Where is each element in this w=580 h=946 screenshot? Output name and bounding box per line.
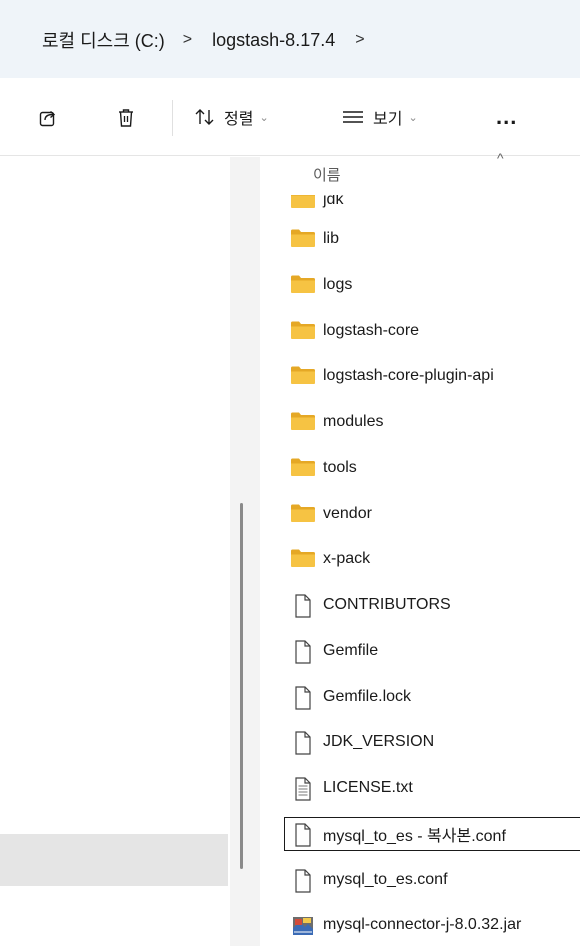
more-options-button[interactable]: ...	[496, 104, 517, 130]
item-name: Gemfile.lock	[323, 688, 412, 705]
command-bar: 정렬 ⌄ 보기 ⌄	[0, 78, 580, 156]
folder-item[interactable]: tools	[280, 449, 580, 487]
item-name: logs	[323, 276, 353, 293]
navigation-scrollbar[interactable]	[240, 503, 243, 869]
file-icon	[290, 686, 316, 710]
view-label: 보기	[373, 111, 403, 128]
navigation-pane	[0, 157, 228, 946]
folder-item[interactable]: vendor	[280, 495, 580, 533]
file-item[interactable]: mysql_to_es - 복사본.conf	[280, 815, 580, 853]
chevron-down-icon: ⌄	[408, 111, 418, 124]
file-item[interactable]: JDK_VERSION	[280, 723, 580, 761]
sort-label: 정렬	[224, 111, 254, 128]
chevron-down-icon: ⌄	[259, 111, 269, 124]
file-item[interactable]: Gemfile.lock	[280, 678, 580, 716]
folder-icon	[290, 457, 316, 479]
folder-icon	[290, 411, 316, 433]
item-name: mysql-connector-j-8.0.32.jar	[323, 916, 522, 933]
breadcrumb-separator[interactable]: >	[183, 31, 192, 49]
item-name: logstash-core-plugin-api	[323, 367, 494, 384]
breadcrumb: 로컬 디스크 (C:) > logstash-8.17.4 >	[42, 26, 365, 54]
breadcrumb-item-logstash[interactable]: logstash-8.17.4	[212, 30, 335, 51]
pane-splitter[interactable]	[230, 157, 260, 946]
folder-item[interactable]: logstash-core-plugin-api	[280, 357, 580, 395]
text-file-icon	[290, 777, 316, 801]
folder-item[interactable]: lib	[280, 220, 580, 258]
breadcrumb-item-local-disk[interactable]: 로컬 디스크 (C:)	[42, 27, 165, 53]
item-name: tools	[323, 459, 357, 476]
file-item[interactable]: mysql-connector-j-8.0.32.jar	[280, 906, 580, 944]
item-name: mysql_to_es.conf	[323, 871, 448, 888]
folder-item[interactable]: logstash-core	[280, 312, 580, 350]
view-button[interactable]: 보기 ⌄	[342, 104, 418, 130]
list-view-icon	[343, 111, 363, 123]
item-name: Gemfile	[323, 642, 379, 659]
file-icon	[290, 594, 316, 618]
folder-icon	[290, 365, 316, 387]
file-icon	[290, 869, 316, 893]
folder-icon	[290, 274, 316, 296]
folder-item[interactable]: modules	[280, 403, 580, 441]
file-item[interactable]: Gemfile	[280, 632, 580, 670]
item-name: JDK_VERSION	[323, 733, 435, 750]
folder-item[interactable]: logs	[280, 266, 580, 304]
file-icon	[290, 640, 316, 664]
trash-icon[interactable]	[114, 106, 138, 130]
toolbar-divider	[172, 100, 173, 136]
file-item[interactable]: mysql_to_es.conf	[280, 861, 580, 899]
sort-button[interactable]: 정렬 ⌄	[194, 104, 269, 130]
file-item[interactable]: LICENSE.txt	[280, 769, 580, 807]
item-name: CONTRIBUTORS	[323, 596, 451, 613]
share-icon[interactable]	[36, 106, 60, 130]
item-name: logstash-core	[323, 322, 420, 339]
file-item[interactable]: CONTRIBUTORS	[280, 586, 580, 624]
item-name: modules	[323, 413, 384, 430]
name-column-header[interactable]: 이름	[313, 164, 341, 185]
file-icon	[290, 823, 316, 847]
jar-file-icon	[290, 914, 316, 936]
item-name: lib	[323, 230, 340, 247]
sort-icon	[195, 109, 214, 125]
folder-icon	[290, 195, 316, 211]
item-name: mysql_to_es - 복사본.conf	[323, 828, 506, 845]
folder-icon	[290, 548, 316, 570]
folder-item[interactable]: x-pack	[280, 540, 580, 578]
folder-icon	[290, 503, 316, 525]
breadcrumb-separator[interactable]: >	[355, 31, 364, 49]
nav-item-selected[interactable]	[0, 834, 228, 886]
address-bar: 로컬 디스크 (C:) > logstash-8.17.4 >	[0, 0, 580, 78]
item-name: LICENSE.txt	[323, 779, 413, 796]
folder-item[interactable]: jdk	[280, 191, 580, 219]
item-name: jdk	[323, 191, 344, 208]
item-name: x-pack	[323, 550, 371, 567]
folder-icon	[290, 320, 316, 342]
file-icon	[290, 731, 316, 755]
item-name: vendor	[323, 505, 372, 522]
folder-icon	[290, 228, 316, 250]
sort-ascending-icon: ^	[497, 150, 504, 166]
